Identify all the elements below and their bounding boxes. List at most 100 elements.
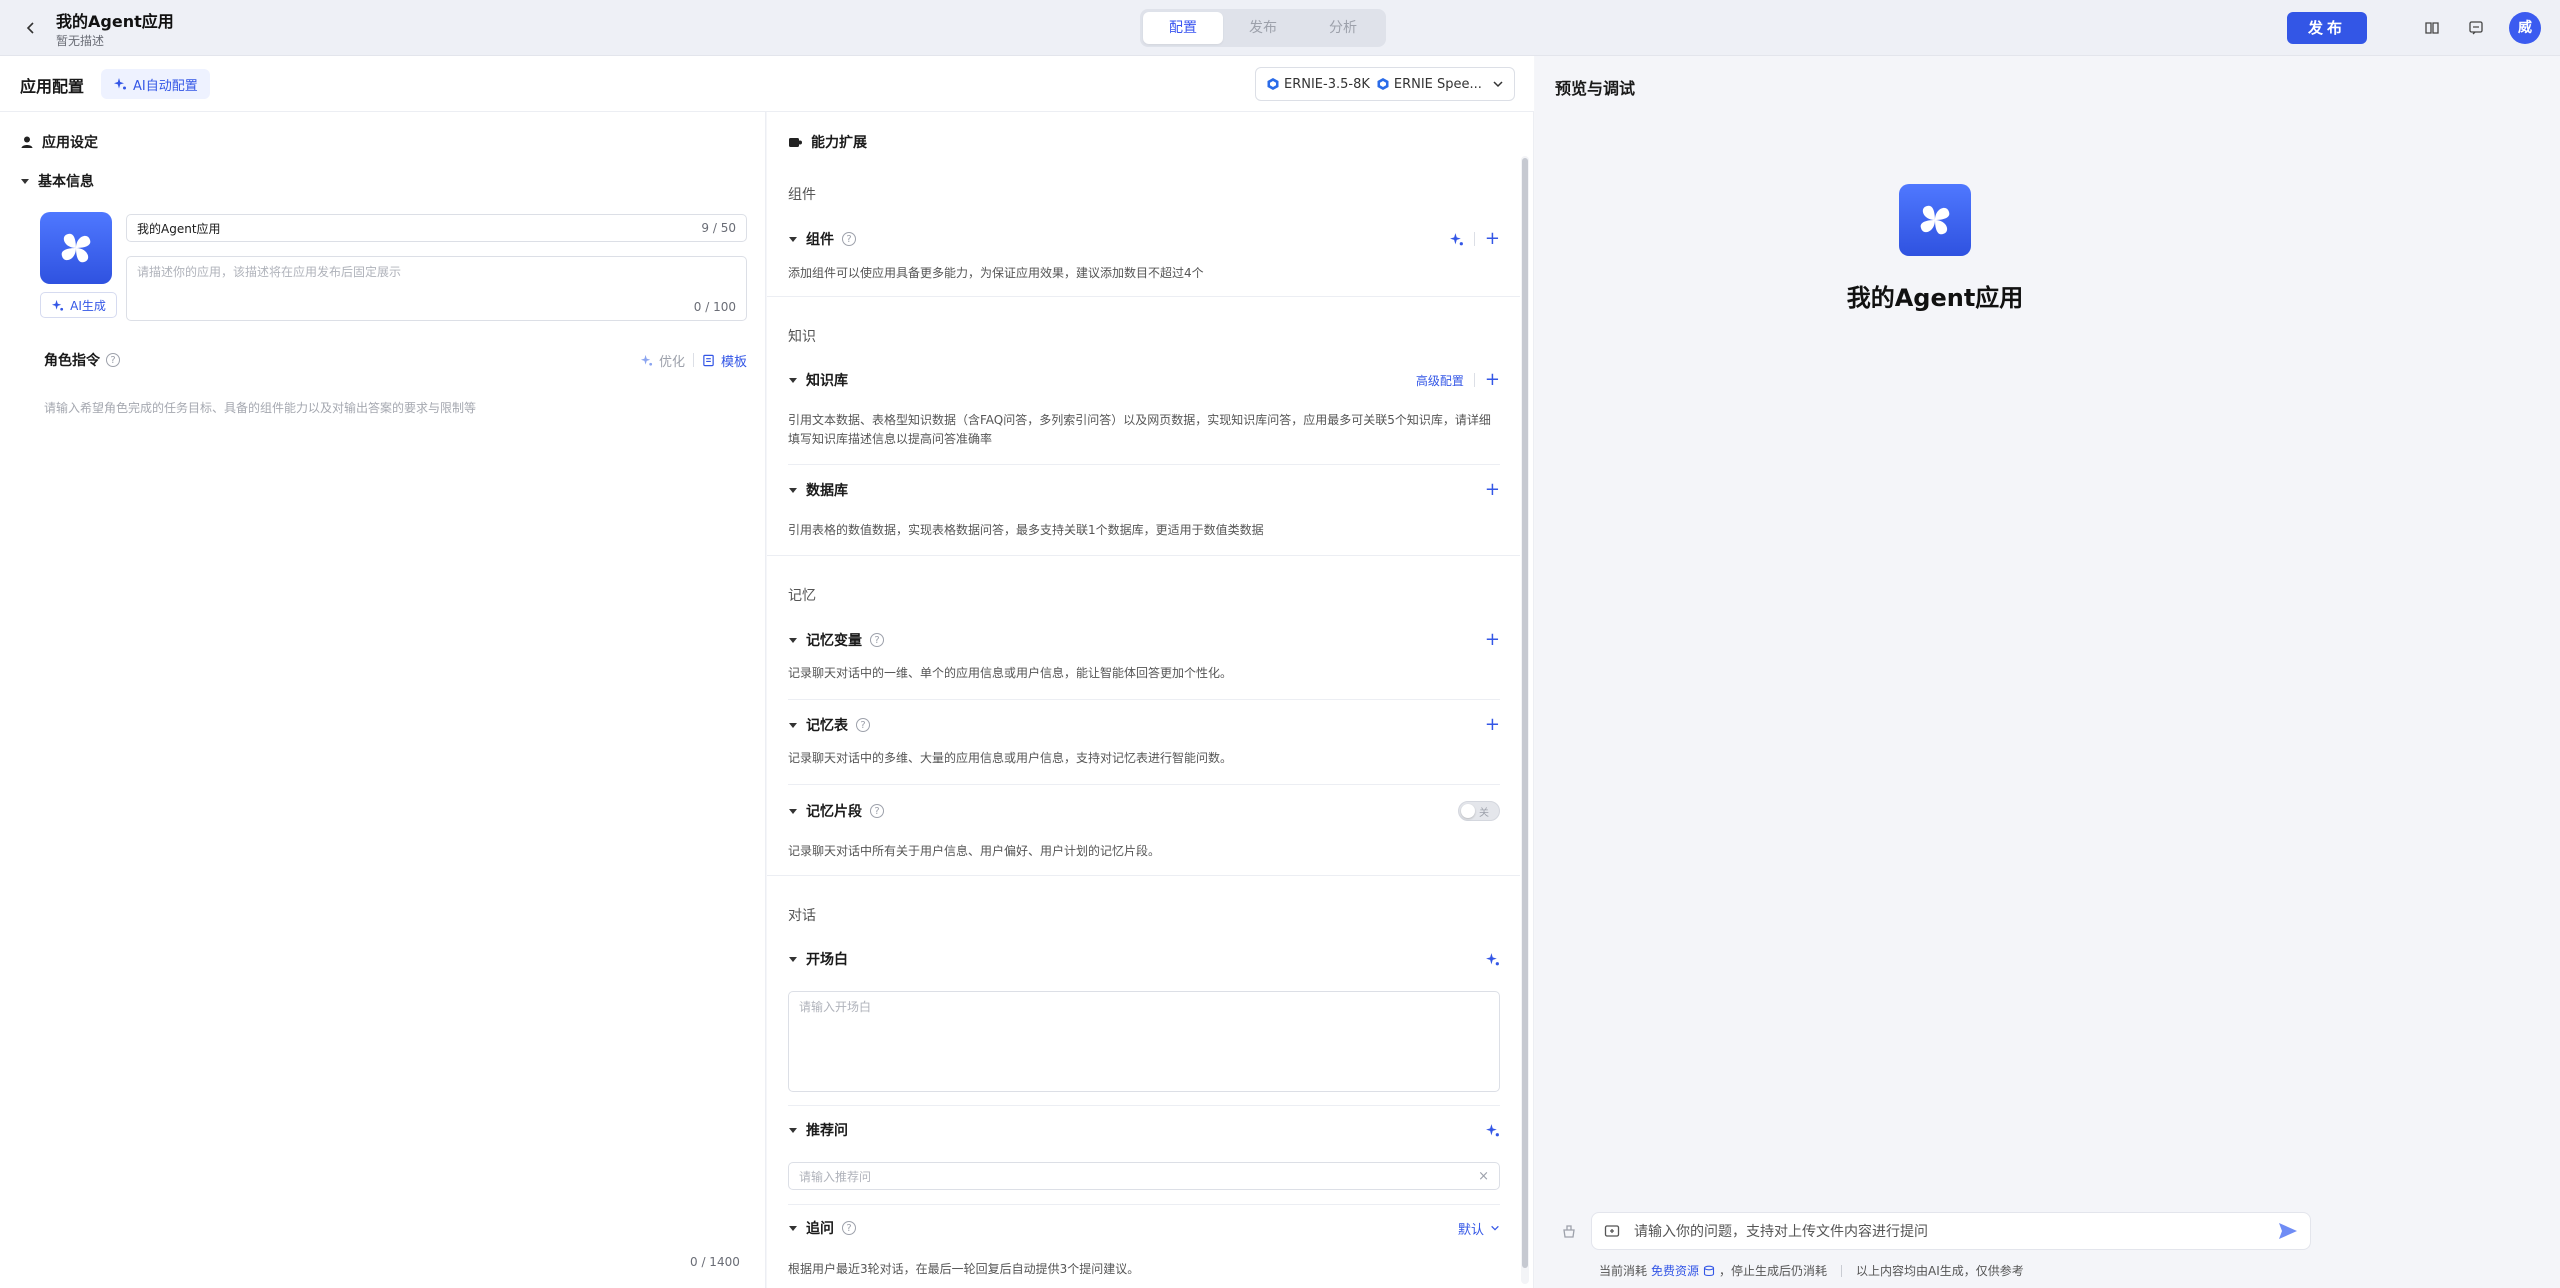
database-row: 数据库 +: [788, 479, 1500, 501]
role-instruction-input[interactable]: 请输入希望角色完成的任务目标、具备的组件能力以及对输出答案的要求与限制等: [44, 399, 476, 416]
recommend-row: 推荐问: [788, 1119, 1500, 1141]
back-button[interactable]: [20, 17, 42, 39]
memory-table-desc: 记录聊天对话中的多维、大量的应用信息或用户信息，支持对记忆表进行智能问数。: [788, 751, 1233, 765]
switch-knob: [1461, 804, 1475, 818]
recommend-toggle[interactable]: 推荐问: [788, 1120, 848, 1140]
memory-snippet-switch[interactable]: 关: [1458, 801, 1500, 821]
scrollbar-thumb[interactable]: [1522, 158, 1528, 1268]
template-button[interactable]: 模板: [702, 351, 747, 370]
sparkle-icon: [51, 298, 64, 312]
help-icon[interactable]: ?: [842, 232, 856, 246]
memory-snippet-title: 记忆片段: [806, 804, 862, 820]
followup-toggle[interactable]: 追问 ?: [788, 1218, 856, 1238]
followup-desc: 根据用户最近3轮对话，在最后一轮回复后自动提供3个提问建议。: [788, 1262, 1140, 1276]
clover-icon: [1915, 200, 1955, 240]
sparkle-icon[interactable]: [1485, 1122, 1500, 1138]
divider: [788, 784, 1500, 785]
sparkle-icon: [640, 353, 653, 368]
preview-app-name: 我的Agent应用: [1846, 284, 2024, 312]
followup-title: 追问: [806, 1221, 834, 1237]
group-label-components: 组件: [788, 187, 816, 203]
opening-row: 开场白: [788, 948, 1500, 970]
free-resource-link[interactable]: 免费资源: [1651, 1262, 1699, 1279]
broom-icon[interactable]: [1561, 1223, 1577, 1239]
app-title: 我的Agent应用: [56, 12, 174, 31]
divider: [1841, 1264, 1843, 1277]
help-icon[interactable]: ?: [870, 633, 884, 647]
optimize-button[interactable]: 优化: [640, 351, 685, 370]
document-icon: [702, 353, 715, 368]
tab-analysis[interactable]: 分析: [1303, 12, 1383, 44]
group-label-memory: 记忆: [788, 588, 816, 604]
help-icon[interactable]: ?: [856, 718, 870, 732]
component-row: 组件 ? +: [788, 228, 1500, 250]
app-description-input[interactable]: 请描述你的应用，该描述将在应用发布后固定展示 0 / 100: [126, 256, 747, 321]
component-toggle[interactable]: 组件 ?: [788, 229, 856, 249]
advanced-config-link[interactable]: 高级配置: [1416, 372, 1464, 389]
divider: [788, 1105, 1500, 1106]
caret-down-icon: [788, 372, 798, 388]
sparkle-icon[interactable]: [1485, 951, 1500, 967]
role-counter: 0 / 1400: [690, 1255, 740, 1269]
followup-row: 追问 ? 默认: [788, 1217, 1500, 1239]
send-icon[interactable]: [2278, 1222, 2298, 1240]
database-icon: [1703, 1264, 1715, 1278]
memory-snippet-toggle[interactable]: 记忆片段 ?: [788, 801, 884, 821]
add-memory-variable-icon[interactable]: +: [1485, 631, 1500, 649]
model-name: ERNIE Spee...: [1393, 76, 1482, 92]
memory-variable-row: 记忆变量 ? +: [788, 629, 1500, 651]
help-icon[interactable]: ?: [842, 1221, 856, 1235]
group-label-dialogue: 对话: [788, 908, 816, 924]
ai-generate-button[interactable]: AI生成: [40, 292, 117, 318]
ai-auto-config-label: AI自动配置: [133, 78, 198, 94]
avatar[interactable]: 威: [2509, 12, 2541, 44]
database-toggle[interactable]: 数据库: [788, 480, 848, 500]
book-icon[interactable]: [2421, 17, 2443, 39]
sparkle-icon[interactable]: [1449, 231, 1464, 247]
opening-placeholder: 请输入开场白: [799, 1000, 872, 1014]
upload-file-icon[interactable]: [1604, 1223, 1620, 1239]
ai-auto-config-button[interactable]: AI自动配置: [101, 69, 210, 99]
component-actions: +: [1449, 230, 1500, 248]
recommend-input[interactable]: 请输入推荐问 ×: [788, 1162, 1500, 1190]
component-desc: 添加组件可以使应用具备更多能力，为保证应用效果，建议添加数目不超过4个: [788, 266, 1204, 280]
divider: [767, 296, 1520, 297]
app-name-input[interactable]: 我的Agent应用 9 / 50: [126, 214, 747, 242]
divider: [788, 1204, 1500, 1205]
add-database-icon[interactable]: +: [1485, 481, 1500, 499]
opening-toggle[interactable]: 开场白: [788, 949, 848, 969]
role-instruction-title: 角色指令 ?: [44, 350, 120, 370]
followup-mode-dropdown[interactable]: 默认: [1458, 1219, 1500, 1238]
caret-down-icon: [20, 173, 30, 189]
app-settings-title: 应用设定: [42, 135, 98, 151]
caret-down-icon: [788, 951, 798, 967]
help-icon[interactable]: ?: [106, 353, 120, 367]
knowledge-base-toggle[interactable]: 知识库: [788, 370, 848, 390]
memory-table-toggle[interactable]: 记忆表 ?: [788, 715, 870, 735]
message-icon[interactable]: [2465, 17, 2487, 39]
add-knowledge-base-icon[interactable]: +: [1485, 371, 1500, 389]
memory-variable-toggle[interactable]: 记忆变量 ?: [788, 630, 884, 650]
recommend-actions: [1485, 1122, 1500, 1138]
model-select[interactable]: ERNIE-3.5-8K ERNIE Spee...: [1255, 67, 1515, 101]
opening-input[interactable]: 请输入开场白: [788, 991, 1500, 1092]
add-component-icon[interactable]: +: [1485, 230, 1500, 248]
knowledge-base-desc: 引用文本数据、表格型知识数据（含FAQ问答，多列索引问答）以及网页数据，实现知识…: [788, 413, 1491, 446]
component-title: 组件: [806, 232, 834, 248]
description-counter: 0 / 100: [693, 300, 736, 314]
footer-prefix: 当前消耗: [1599, 1264, 1648, 1278]
publish-button[interactable]: 发布: [2287, 12, 2367, 44]
help-icon[interactable]: ?: [870, 804, 884, 818]
close-icon[interactable]: ×: [1478, 1169, 1489, 1184]
chevron-down-icon: [1492, 77, 1504, 92]
name-counter: 9 / 50: [701, 221, 736, 235]
top-tabs: 配置 发布 分析: [1140, 9, 1386, 47]
basic-info-toggle[interactable]: 基本信息: [20, 171, 94, 191]
knowledge-base-title: 知识库: [806, 373, 848, 389]
tab-config[interactable]: 配置: [1143, 12, 1223, 44]
caret-down-icon: [788, 482, 798, 498]
add-memory-table-icon[interactable]: +: [1485, 716, 1500, 734]
app-icon[interactable]: [40, 212, 112, 284]
chat-input[interactable]: 请输入你的问题，支持对上传文件内容进行提问: [1591, 1212, 2311, 1250]
tab-publish[interactable]: 发布: [1223, 12, 1303, 44]
